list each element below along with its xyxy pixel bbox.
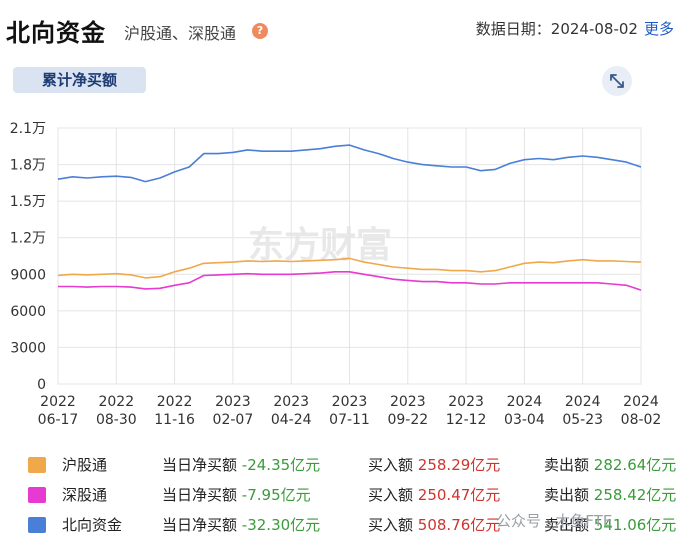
legend-row-sh: 沪股通 当日净买额 -24.35亿元 买入额 258.29亿元 卖出额 282.…	[16, 450, 686, 480]
legend-name: 沪股通	[62, 456, 108, 474]
x-tick-label: 04-24	[271, 412, 312, 428]
y-tick-label: 6000	[10, 304, 46, 320]
x-tick-label: 06-17	[38, 412, 79, 428]
x-tick-label: 12-12	[446, 412, 487, 428]
y-tick-label: 0	[37, 377, 46, 393]
y-tick-label: 1.5万	[10, 194, 46, 210]
x-tick-label: 2022	[157, 394, 193, 410]
header: 北向资金 沪股通、深股通 ? 数据日期：2024-08-02 更多	[0, 0, 700, 60]
tab-cumulative-net-buy[interactable]: 累计净买额	[13, 67, 146, 93]
buy-label: 买入额	[368, 516, 414, 534]
x-tick-label: 2023	[332, 394, 368, 410]
x-tick-label: 08-02	[621, 412, 662, 428]
y-tick-label: 1.8万	[10, 158, 46, 174]
net-label: 当日净买额	[162, 456, 238, 474]
expand-button[interactable]	[602, 66, 632, 96]
x-tick-label: 2024	[565, 394, 601, 410]
more-link[interactable]: 更多	[644, 20, 674, 38]
date-label: 数据日期：	[475, 20, 551, 38]
help-icon[interactable]: ?	[252, 23, 268, 39]
expand-icon	[610, 74, 624, 88]
sell-label: 卖出额	[544, 486, 590, 504]
legend-swatch	[28, 457, 46, 473]
sell-label: 卖出额	[544, 456, 590, 474]
x-tick-label: 09-22	[387, 412, 428, 428]
x-tick-label: 11-16	[154, 412, 195, 428]
buy-value: 258.29亿元	[417, 456, 501, 474]
y-tick-label: 2.1万	[10, 121, 46, 137]
buy-label: 买入额	[368, 456, 414, 474]
net-value: -24.35亿元	[241, 456, 321, 474]
x-tick-label: 2023	[215, 394, 251, 410]
legend-swatch	[28, 517, 46, 533]
data-date: 数据日期：2024-08-02 更多	[476, 18, 674, 39]
x-tick-label: 2024	[507, 394, 543, 410]
legend-name: 北向资金	[62, 516, 123, 534]
net-label: 当日净买额	[162, 516, 238, 534]
x-tick-label: 02-07	[213, 412, 254, 428]
net-label: 当日净买额	[162, 486, 238, 504]
x-tick-label: 2022	[98, 394, 134, 410]
legend-swatch	[28, 487, 46, 503]
buy-value: 250.47亿元	[417, 486, 501, 504]
buy-label: 买入额	[368, 486, 414, 504]
net-value: -32.30亿元	[241, 516, 321, 534]
legend-row-sz: 深股通 当日净买额 -7.95亿元 买入额 250.47亿元 卖出额 258.4…	[16, 480, 686, 510]
x-tick-label: 2023	[273, 394, 309, 410]
x-tick-label: 07-11	[329, 412, 370, 428]
bottom-watermark: 公众号 · 木鱼FTE	[496, 512, 613, 530]
buy-value: 508.76亿元	[417, 516, 501, 534]
net-value: -7.95亿元	[241, 486, 311, 504]
line-chart: 东方财富 03000600090001.2万1.5万1.8万2.1万 20220…	[10, 121, 662, 428]
y-tick-label: 3000	[10, 340, 46, 356]
subtitle: 沪股通、深股通	[124, 24, 237, 43]
y-tick-label: 9000	[10, 267, 46, 283]
x-tick-label: 03-04	[504, 412, 545, 428]
legend-name: 深股通	[62, 486, 108, 504]
x-tick-label: 05-23	[562, 412, 603, 428]
x-tick-label: 2024	[623, 394, 659, 410]
x-tick-label: 2023	[448, 394, 484, 410]
page-title: 北向资金	[6, 19, 106, 47]
x-tick-label: 2023	[390, 394, 426, 410]
sell-value: 282.64亿元	[593, 456, 677, 474]
sell-value: 258.42亿元	[593, 486, 677, 504]
x-tick-label: 08-30	[96, 412, 137, 428]
x-tick-label: 2022	[40, 394, 76, 410]
y-tick-label: 1.2万	[10, 231, 46, 247]
date-value: 2024-08-02	[550, 20, 638, 38]
